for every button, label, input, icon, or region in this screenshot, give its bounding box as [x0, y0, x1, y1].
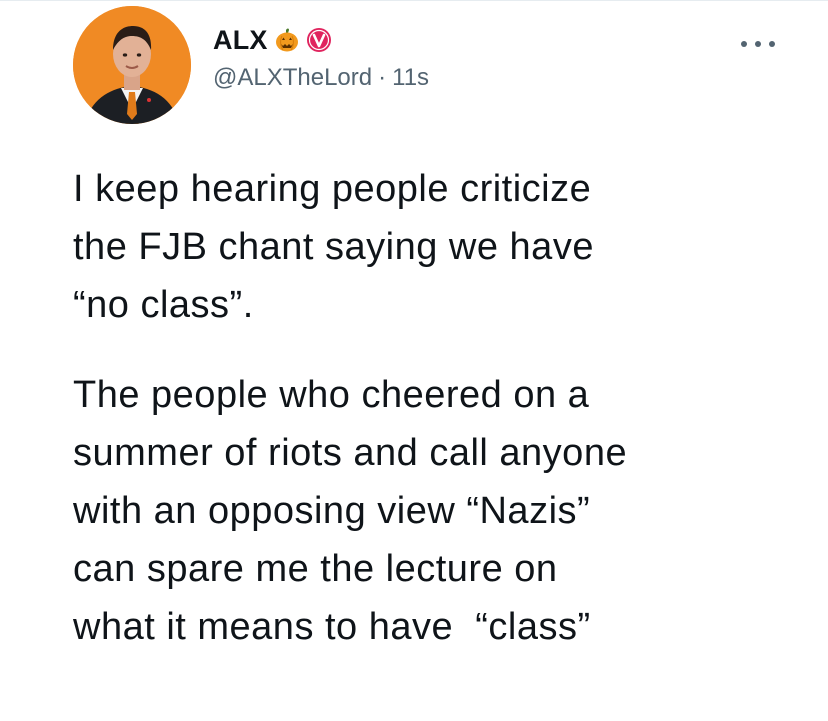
tweet-line: with an opposing view “Nazis”: [73, 490, 591, 532]
verified-v-icon: [306, 27, 332, 53]
tweet-line: what it means to have “class”: [73, 606, 591, 648]
avatar-image: [73, 6, 191, 124]
display-name[interactable]: ALX: [213, 25, 268, 56]
avatar[interactable]: [73, 6, 191, 124]
tweet-card: ALX @ALXTheLord · 11s I keep hearing peo…: [0, 0, 828, 721]
author-name-row: ALX: [213, 22, 332, 58]
pumpkin-icon: [274, 27, 300, 53]
tweet-text: I keep hearing people criticize the FJB …: [73, 160, 793, 656]
tweet-line: “no class”.: [73, 284, 254, 326]
tweet-line: I keep hearing people criticize: [73, 168, 592, 210]
top-divider: [0, 0, 828, 1]
more-options-button[interactable]: [736, 32, 780, 56]
tweet-line: can spare me the lecture on: [73, 548, 558, 590]
handle-row: @ALXTheLord · 11s: [213, 64, 429, 92]
author-handle[interactable]: @ALXTheLord: [213, 64, 372, 92]
tweet-line: summer of riots and call anyone: [73, 432, 628, 474]
dot-separator: ·: [378, 64, 387, 91]
tweet-line: the FJB chant saying we have: [73, 226, 594, 268]
tweet-line: The people who cheered on a: [73, 374, 590, 416]
more-dots-icon: [741, 41, 775, 47]
tweet-paragraph-1: I keep hearing people criticize the FJB …: [73, 160, 793, 334]
tweet-paragraph-2: The people who cheered on a summer of ri…: [73, 366, 793, 656]
tweet-timestamp[interactable]: 11s: [392, 64, 429, 92]
